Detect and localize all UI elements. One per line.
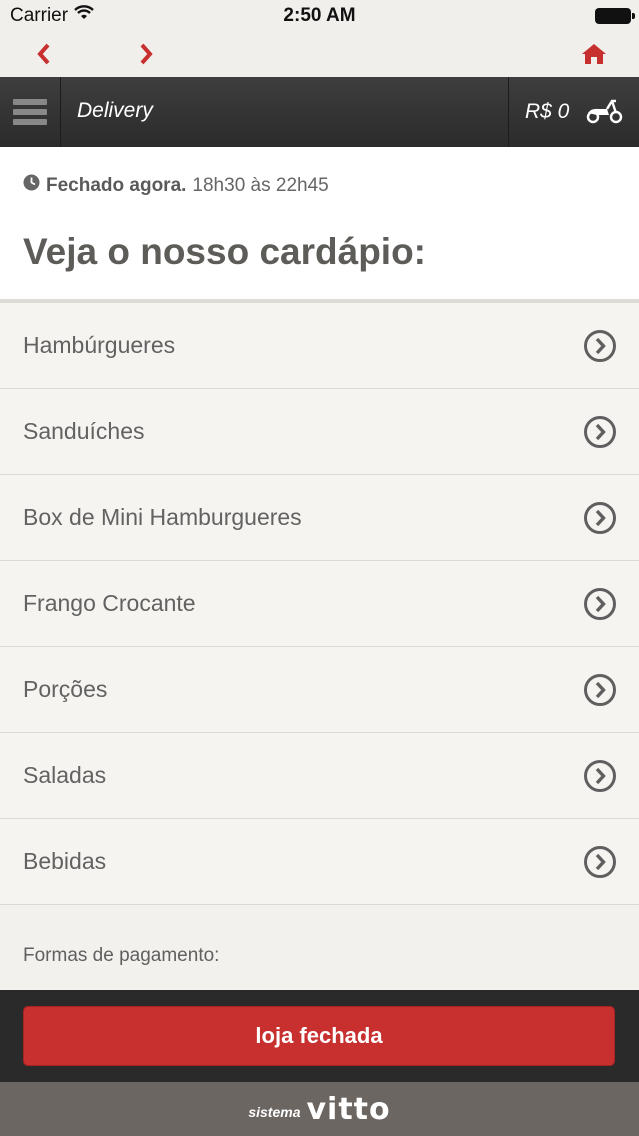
- forward-button[interactable]: [126, 36, 166, 72]
- store-info-panel: Fechado agora. 18h30 às 22h45 Veja o nos…: [0, 147, 639, 303]
- footer-bar: loja fechada: [0, 990, 639, 1082]
- category-item-box-mini-hamburgueres[interactable]: Box de Mini Hamburgueres: [0, 475, 639, 561]
- circle-chevron-right-icon: [583, 845, 617, 884]
- store-hours: Fechado agora. 18h30 às 22h45: [23, 174, 329, 197]
- scooter-icon: [585, 98, 623, 129]
- status-time: 2:50 AM: [283, 5, 356, 26]
- status-bar: Carrier 2:50 AM: [0, 0, 639, 32]
- header-title: Delivery: [77, 99, 153, 122]
- home-icon: [582, 44, 606, 64]
- category-label: Box de Mini Hamburgueres: [23, 504, 302, 530]
- brand-logo: sistema vitto: [0, 1082, 639, 1136]
- category-label: Bebidas: [23, 848, 107, 874]
- category-item-sanduiches[interactable]: Sanduíches: [0, 389, 639, 475]
- cart-total: R$ 0: [525, 100, 570, 123]
- category-item-bebidas[interactable]: Bebidas: [0, 819, 639, 905]
- circle-chevron-right-icon: [583, 587, 617, 626]
- back-button[interactable]: [24, 36, 64, 72]
- category-label: Hambúrgueres: [23, 332, 176, 358]
- circle-chevron-right-icon: [583, 759, 617, 798]
- circle-chevron-right-icon: [583, 415, 617, 454]
- chevron-left-icon: [37, 43, 50, 65]
- chevron-right-icon: [140, 43, 153, 65]
- navigation-bar: [0, 32, 639, 77]
- menu-heading: Veja o nosso cardápio:: [23, 231, 427, 272]
- brand-name: vitto: [306, 1091, 391, 1127]
- app-header: Delivery R$ 0: [0, 77, 639, 147]
- category-label: Sanduíches: [23, 418, 145, 444]
- battery-icon: [595, 8, 635, 24]
- home-button[interactable]: [574, 36, 614, 72]
- category-item-saladas[interactable]: Saladas: [0, 733, 639, 819]
- circle-chevron-right-icon: [583, 501, 617, 540]
- opening-hours: 18h30 às 22h45: [192, 174, 329, 196]
- circle-chevron-right-icon: [583, 329, 617, 368]
- category-item-hamburgueres[interactable]: Hambúrgueres: [0, 303, 639, 389]
- store-closed-button[interactable]: loja fechada: [23, 1006, 615, 1066]
- menu-button[interactable]: [0, 77, 61, 147]
- category-list: Hambúrgueres Sanduíches Box de Mini Hamb…: [0, 303, 639, 905]
- brand-prefix: sistema: [248, 1104, 301, 1120]
- payment-methods-label: Formas de pagamento:: [23, 945, 220, 966]
- category-label: Frango Crocante: [23, 590, 196, 616]
- hamburger-menu-icon: [13, 95, 47, 129]
- circle-chevron-right-icon: [583, 673, 617, 712]
- category-label: Saladas: [23, 762, 107, 788]
- category-item-porcoes[interactable]: Porções: [0, 647, 639, 733]
- cart-button[interactable]: R$ 0: [508, 77, 639, 147]
- store-status: Fechado agora.: [46, 174, 187, 196]
- category-item-frango-crocante[interactable]: Frango Crocante: [0, 561, 639, 647]
- clock-icon: [23, 174, 40, 197]
- category-label: Porções: [23, 676, 108, 702]
